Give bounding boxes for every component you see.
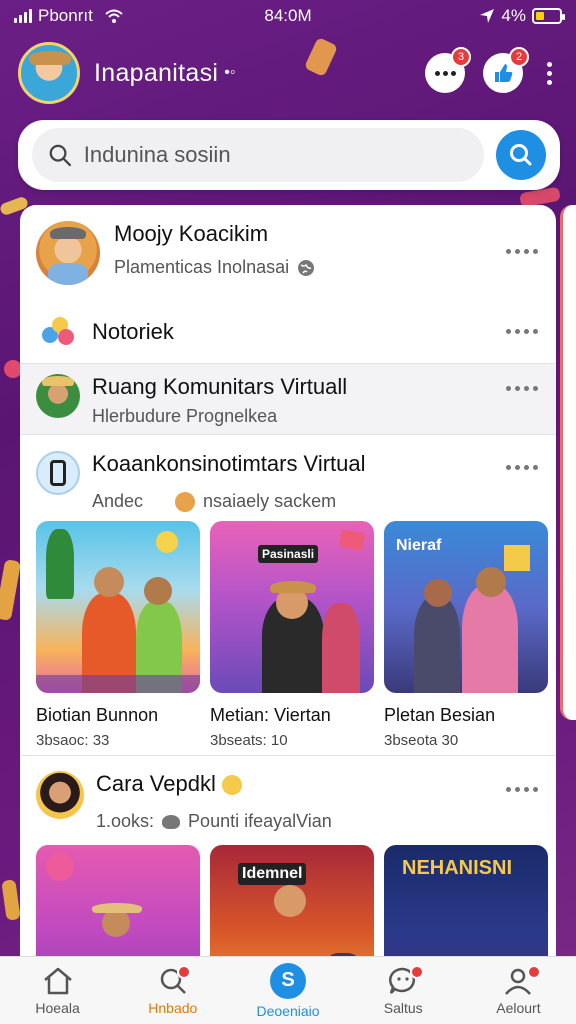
avatar: [36, 221, 100, 285]
location-arrow-icon: [480, 9, 495, 23]
thumbnail-subtitle: 3bseota 30: [384, 732, 459, 749]
search-icon: [510, 144, 532, 166]
thumbnail-title: Pletan Besian: [384, 705, 496, 725]
title-glyph: •◦: [224, 64, 236, 81]
battery-percent: 4%: [501, 6, 526, 25]
overflow-menu-icon[interactable]: [541, 61, 558, 85]
nav-item-discover[interactable]: S Deoeniaio: [230, 957, 345, 1024]
item-subtitle: nsaiaely sackem: [203, 491, 337, 511]
divider: [20, 755, 556, 756]
thumbnail-row: Idemnel NEHANISNI: [36, 845, 548, 965]
item-subtitle: Hlerbudure Prognelkea: [92, 406, 278, 426]
bottom-nav: Hoeala Hnbado S Deoeniaio Saltus Aelourt: [0, 956, 576, 1024]
list-item[interactable]: Koaankonsinotimtars Virtual Andec nsaiae…: [20, 451, 556, 512]
avatar: [175, 491, 196, 512]
more-options-icon[interactable]: [506, 329, 538, 334]
item-subtitle: Plamenticas Inolnasai: [114, 257, 290, 277]
app-header: Inapanitasi •◦ 3 2: [18, 38, 558, 108]
item-subtitle-prefix: 1.ooks:: [96, 811, 155, 831]
more-options-icon[interactable]: [506, 249, 538, 254]
nav-badge: [177, 965, 192, 979]
cloud-icon: [162, 814, 181, 829]
battery-icon: [532, 8, 565, 24]
list-item[interactable]: Ruang Komunitars Virtuall Hlerbudure Pro…: [20, 364, 556, 434]
list-item[interactable]: Cara Vepdkl 1.ooks: Pounti ifeayalVian: [20, 771, 556, 832]
notifications-badge: 2: [509, 47, 529, 67]
nav-item-account[interactable]: Aelourt: [461, 957, 576, 1024]
side-card-peek: [560, 205, 576, 720]
thumbnail-title: Biotian Bunnon: [36, 705, 159, 725]
event-thumbnail[interactable]: [36, 521, 200, 693]
app-title: Inapanitasi: [94, 58, 219, 87]
search-button[interactable]: [496, 130, 546, 180]
more-options-icon[interactable]: [506, 787, 538, 792]
balloons-icon: [42, 315, 76, 349]
list-item[interactable]: Notoriek: [20, 315, 556, 349]
nav-label: Aelourt: [496, 999, 541, 1016]
more-options-icon[interactable]: [506, 386, 538, 391]
thumbnail-sign: Pasinasli: [258, 545, 319, 563]
status-bar: Pbonrıt 84:0M 4%: [0, 0, 576, 32]
background-confetti: [1, 879, 21, 921]
nav-label: Hnbado: [148, 999, 198, 1016]
item-title: Notoriek: [92, 319, 174, 344]
avatar: [36, 374, 80, 418]
background-confetti: [0, 559, 22, 621]
event-thumbnail[interactable]: Idemnel: [210, 845, 374, 965]
event-thumbnail[interactable]: Pasinasli: [210, 521, 374, 693]
item-subtitle: Pounti ifeayalVian: [188, 811, 332, 831]
home-icon: [43, 967, 72, 994]
thumbnail-subtitle: 3bsaoc: 33: [36, 732, 110, 749]
nav-label: Hoeala: [35, 999, 80, 1016]
item-title: Ruang Komunitars Virtuall: [92, 374, 348, 399]
discover-icon: S: [270, 962, 306, 999]
nav-badge: [409, 965, 424, 979]
nav-item-search[interactable]: Hnbado: [115, 957, 230, 1024]
thumbnail-sign: Idemnel: [238, 863, 307, 885]
event-thumbnail[interactable]: Nieraf: [384, 521, 548, 693]
item-title: Moojy Koacikim: [114, 221, 269, 246]
thumbnail-sign: NEHANISNI: [402, 857, 513, 879]
like-icon: [495, 64, 513, 82]
event-thumbnail[interactable]: NEHANISNI: [384, 845, 548, 965]
thumbnail-sign: Nieraf: [396, 537, 442, 554]
nav-badge: [526, 965, 541, 979]
notifications-button[interactable]: 2: [483, 47, 529, 93]
globe-icon: [298, 259, 315, 276]
search-icon: [49, 144, 72, 167]
item-title: Cara Vepdkl: [96, 771, 332, 797]
list-item[interactable]: Moojy Koacikim Plamenticas Inolnasai: [20, 221, 556, 285]
more-options-icon[interactable]: [506, 465, 538, 470]
messages-button[interactable]: 3: [425, 47, 471, 93]
profile-avatar[interactable]: [18, 42, 80, 104]
search-input[interactable]: [83, 142, 468, 168]
event-thumbnail[interactable]: [36, 845, 200, 965]
thumbnail-subtitle: 3bseats: 10: [210, 732, 288, 749]
nav-label: Saltus: [383, 999, 423, 1016]
item-title-text: Cara Vepdkl: [96, 771, 216, 796]
messages-badge: 3: [451, 47, 471, 67]
search-field[interactable]: [32, 128, 484, 182]
item-subtitle-prefix: Andec: [92, 491, 144, 511]
nav-label: Deoeniaio: [256, 1002, 320, 1019]
chat-bubble-icon: [434, 70, 456, 76]
emoji-icon: [221, 775, 242, 796]
nav-item-status[interactable]: Saltus: [346, 957, 461, 1024]
phone-icon: [36, 451, 80, 495]
nav-item-home[interactable]: Hoeala: [0, 957, 115, 1024]
divider: [20, 434, 556, 435]
feed-card: Moojy Koacikim Plamenticas Inolnasai Not…: [20, 205, 556, 965]
item-title: Koaankonsinotimtars Virtual: [92, 451, 366, 476]
thumbnail-row: Biotian Bunnon 3bsaoc: 33 Pasinasli Meti…: [36, 521, 548, 749]
thumbnail-title: Metian: Viertan: [210, 705, 331, 725]
search-bar: [18, 120, 560, 190]
avatar: [36, 771, 84, 819]
